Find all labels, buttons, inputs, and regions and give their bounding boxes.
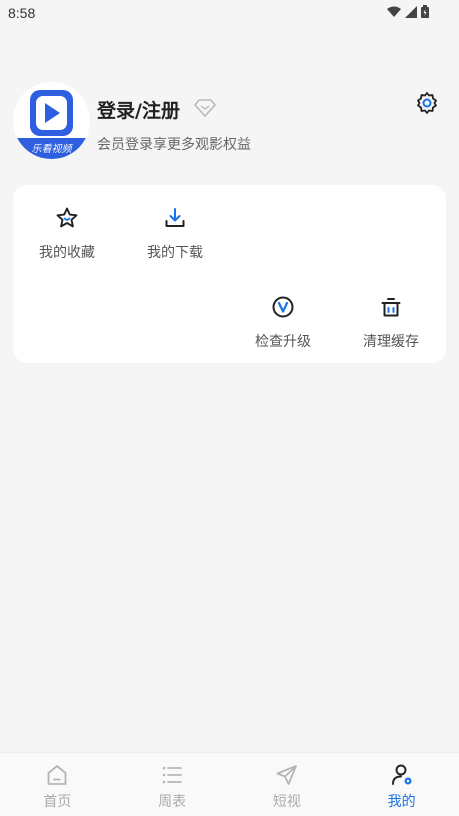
login-register-link[interactable]: 登录/注册 (97, 96, 180, 123)
download-icon (165, 208, 185, 227)
user-icon (391, 764, 412, 785)
nav-home-label: 首页 (43, 794, 72, 810)
trash-icon (381, 298, 401, 317)
favorites-item[interactable]: 我的收藏 (13, 204, 121, 274)
battery-icon (421, 5, 429, 18)
vip-diamond-icon[interactable] (194, 99, 216, 117)
nav-short-video-label: 短视 (272, 794, 301, 810)
profile-header: 乐看视频 登录/注册 会员登录享更多观影权益 (13, 82, 446, 162)
nav-mine[interactable]: 我的 (344, 753, 459, 816)
status-time: 8:58 (8, 5, 36, 21)
bottom-nav: 首页 周表 短视 我的 (0, 752, 459, 816)
status-bar: 8:58 (0, 0, 459, 26)
favorites-label: 我的收藏 (39, 245, 95, 261)
clear-cache-label: 清理缓存 (363, 334, 419, 350)
check-update-label: 检查升级 (255, 334, 311, 350)
list-icon (162, 766, 183, 784)
clear-cache-item[interactable]: 清理缓存 (337, 293, 445, 363)
upgrade-icon (272, 296, 294, 318)
downloads-label: 我的下载 (147, 245, 203, 261)
settings-gear-icon[interactable] (415, 91, 439, 115)
send-icon (276, 765, 297, 785)
home-icon (47, 765, 67, 785)
menu-card: 我的收藏 我的下载 检查升级 清理缓存 (13, 185, 446, 363)
downloads-item[interactable]: 我的下载 (121, 204, 229, 274)
nav-mine-label: 我的 (387, 794, 416, 810)
status-icons (387, 5, 429, 18)
wifi-icon (387, 6, 401, 17)
nav-schedule-label: 周表 (158, 794, 187, 810)
nav-short-video[interactable]: 短视 (230, 753, 345, 816)
avatar[interactable]: 乐看视频 (13, 82, 90, 159)
signal-icon (405, 5, 417, 18)
member-benefits-text: 会员登录享更多观影权益 (97, 137, 251, 153)
nav-home[interactable]: 首页 (0, 753, 115, 816)
star-icon (56, 207, 78, 228)
app-logo-text: 乐看视频 (31, 144, 72, 155)
nav-schedule[interactable]: 周表 (115, 753, 230, 816)
check-update-item[interactable]: 检查升级 (229, 293, 337, 363)
